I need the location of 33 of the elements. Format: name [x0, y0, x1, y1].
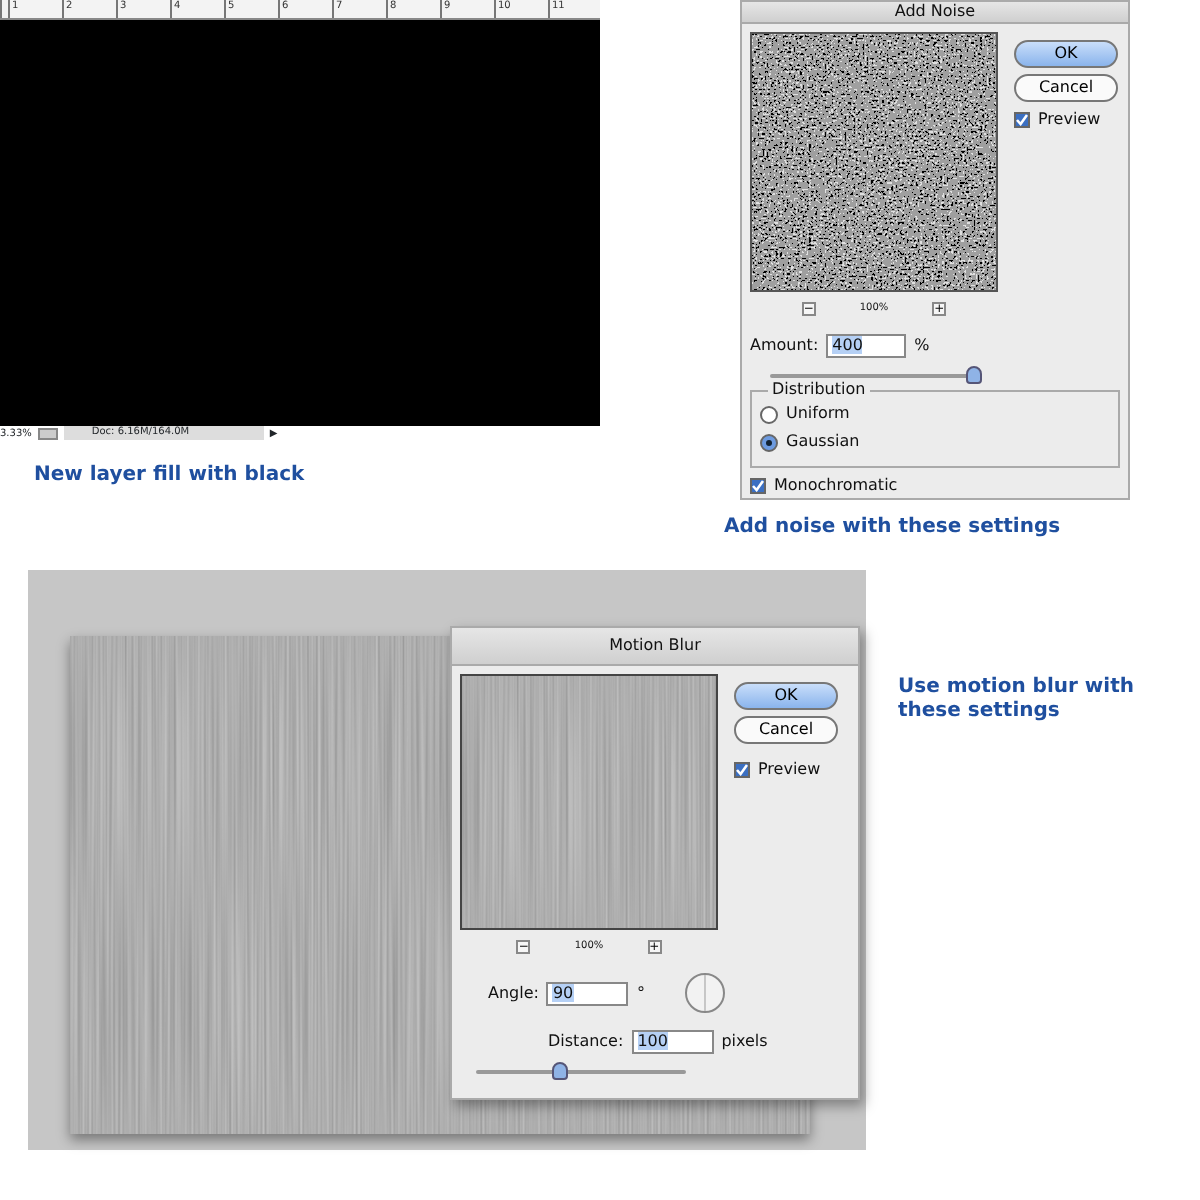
dialog-title: Motion Blur: [452, 628, 858, 666]
radio-label: Gaussian: [786, 432, 860, 452]
checkbox-label: Monochromatic: [774, 476, 898, 496]
ok-button[interactable]: OK: [734, 682, 838, 710]
input-field[interactable]: 400: [826, 334, 907, 358]
document-icon: [37, 427, 58, 439]
input-field[interactable]: 100: [631, 1030, 714, 1054]
caption: Add noise with these settings: [724, 516, 1063, 540]
group-label: Distribution: [768, 380, 870, 400]
cancel-button[interactable]: Cancel: [1014, 74, 1118, 102]
slider-thumb[interactable]: [966, 366, 982, 384]
radio-label: Uniform: [786, 404, 850, 424]
unit-label: °: [636, 983, 645, 1003]
cancel-button[interactable]: Cancel: [734, 716, 838, 744]
radio-button[interactable]: [760, 433, 778, 451]
unit-label: pixels: [721, 1032, 768, 1052]
amount-label: Amount:: [750, 336, 819, 356]
input-field[interactable]: 90: [546, 981, 629, 1005]
preview-label: Preview: [758, 760, 821, 780]
distance-label: Distance:: [548, 1032, 624, 1052]
ok-button[interactable]: OK: [1014, 40, 1118, 68]
checkbox[interactable]: [750, 478, 766, 494]
dialog-title: Add Noise: [742, 2, 1128, 24]
checkbox[interactable]: [734, 762, 750, 778]
slider-thumb[interactable]: [552, 1062, 568, 1080]
radio-button[interactable]: [760, 405, 778, 423]
caption: New layer fill with black: [34, 464, 307, 488]
preview-label: Preview: [1038, 110, 1101, 130]
unit-label: %: [914, 336, 930, 356]
checkbox[interactable]: [1014, 112, 1030, 128]
angle-label: Angle:: [488, 983, 539, 1003]
caption: Use motion blur with these settings: [898, 676, 1136, 724]
angle-dial-icon[interactable]: [684, 972, 727, 1014]
